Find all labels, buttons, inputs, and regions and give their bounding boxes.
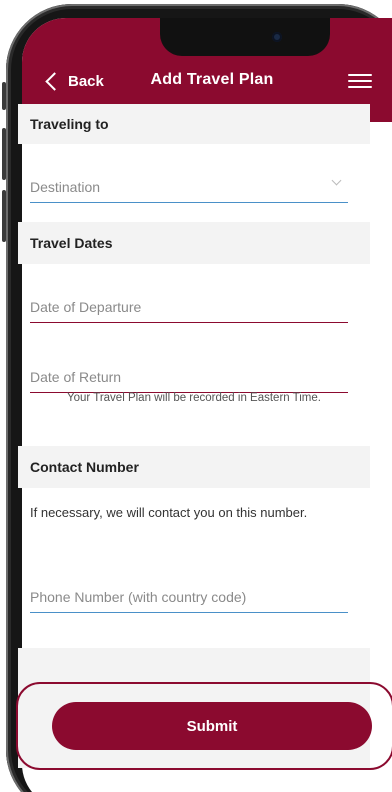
phone-number-field[interactable]: Phone Number (with country code) — [30, 583, 348, 613]
page-title: Add Travel Plan — [150, 71, 274, 88]
return-placeholder: Date of Return — [30, 369, 122, 385]
notch — [160, 18, 330, 56]
back-chevron-icon — [45, 71, 64, 91]
section-travel-dates: Travel Dates — [18, 222, 370, 264]
submit-button[interactable]: Submit — [52, 702, 372, 750]
destination-dropdown[interactable]: Destination — [30, 173, 348, 203]
section-traveling-to: Traveling to — [18, 104, 370, 144]
dropdown-chevron-icon — [331, 175, 342, 186]
back-button[interactable]: Back — [44, 69, 104, 93]
phone-placeholder: Phone Number (with country code) — [30, 589, 247, 605]
device-stage: Back Add Travel Plan Traveling to Destin… — [0, 0, 392, 792]
departure-placeholder: Date of Departure — [30, 299, 142, 315]
section-contact-number: Contact Number — [18, 446, 370, 488]
hamburger-menu-icon[interactable] — [348, 74, 372, 90]
camera-icon — [272, 32, 282, 42]
contact-info-text: If necessary, we will contact you on thi… — [30, 505, 308, 520]
departure-date-field[interactable]: Date of Departure — [30, 293, 348, 323]
destination-placeholder: Destination — [30, 179, 101, 195]
departure-underline — [30, 321, 348, 323]
destination-underline — [30, 201, 348, 203]
timezone-note: Your Travel Plan will be recorded in Eas… — [67, 392, 321, 404]
back-label: Back — [68, 72, 104, 90]
phone-underline — [30, 611, 348, 613]
return-date-field[interactable]: Date of Return — [30, 363, 348, 393]
